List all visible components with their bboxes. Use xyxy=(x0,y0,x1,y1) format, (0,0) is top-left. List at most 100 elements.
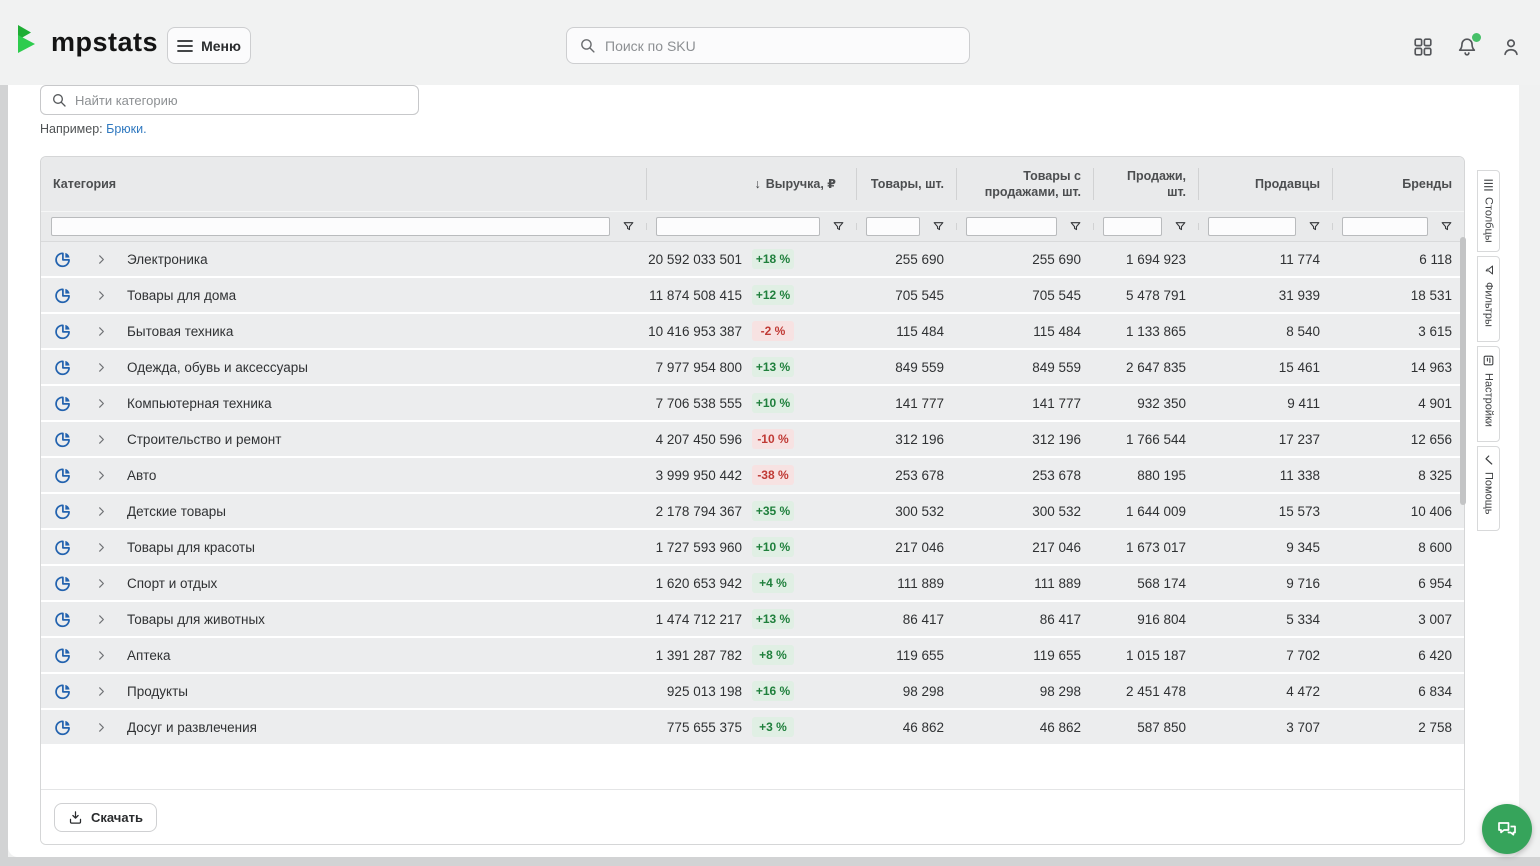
chevron-right-icon[interactable] xyxy=(96,686,107,697)
example-link[interactable]: Брюки. xyxy=(106,122,146,136)
notifications-button[interactable] xyxy=(1452,32,1482,62)
table-row[interactable]: Строительство и ремонт 4 207 450 596 -10… xyxy=(41,422,1464,456)
sellers-value: 15 461 xyxy=(1279,360,1320,375)
category-name: Товары для красоты xyxy=(127,540,255,555)
column-header-brands[interactable]: Бренды xyxy=(1332,157,1464,211)
chevron-right-icon[interactable] xyxy=(96,434,107,445)
menu-button[interactable]: Меню xyxy=(167,27,251,64)
category-name: Авто xyxy=(127,468,156,483)
table-row[interactable]: Компьютерная техника 7 706 538 555 +10 %… xyxy=(41,386,1464,420)
tab-settings[interactable]: Настройки xyxy=(1477,346,1500,442)
chevron-right-icon[interactable] xyxy=(96,614,107,625)
table-row[interactable]: Электроника 20 592 033 501 +18 % 255 690… xyxy=(41,242,1464,276)
filter-funnel-icon[interactable] xyxy=(1435,220,1457,233)
products-value: 253 678 xyxy=(895,468,944,483)
products-with-sales-value: 705 545 xyxy=(1032,288,1081,303)
apps-grid-button[interactable] xyxy=(1408,32,1438,62)
filter-input-sales[interactable] xyxy=(1103,217,1162,236)
pie-chart-icon[interactable] xyxy=(53,250,72,269)
download-icon xyxy=(68,810,83,825)
filter-input-products-with-sales[interactable] xyxy=(966,217,1057,236)
column-header-revenue[interactable]: ↓Выручка, ₽ xyxy=(646,157,856,211)
sales-value: 2 647 835 xyxy=(1126,360,1186,375)
category-name: Детские товары xyxy=(127,504,226,519)
filter-input-category[interactable] xyxy=(51,217,610,236)
table-row[interactable]: Спорт и отдых 1 620 653 942 +4 % 111 889… xyxy=(41,566,1464,600)
search-example: Например: Брюки. xyxy=(40,122,147,136)
profile-button[interactable] xyxy=(1496,32,1526,62)
column-header-sales[interactable]: Продажи, шт. xyxy=(1093,157,1198,211)
pie-chart-icon[interactable] xyxy=(53,358,72,377)
pie-chart-icon[interactable] xyxy=(53,682,72,701)
filter-funnel-icon[interactable] xyxy=(617,220,639,233)
category-name: Товары для дома xyxy=(127,288,236,303)
chevron-right-icon[interactable] xyxy=(96,326,107,337)
filter-input-brands[interactable] xyxy=(1342,217,1428,236)
chevron-right-icon[interactable] xyxy=(96,722,107,733)
table-row[interactable]: Досуг и развлечения 775 655 375 +3 % 46 … xyxy=(41,710,1464,744)
table-row[interactable]: Товары для дома 11 874 508 415 +12 % 705… xyxy=(41,278,1464,312)
chevron-right-icon[interactable] xyxy=(96,362,107,373)
download-button[interactable]: Скачать xyxy=(54,803,157,832)
filter-funnel-icon[interactable] xyxy=(1169,220,1191,233)
table-row[interactable]: Детские товары 2 178 794 367 +35 % 300 5… xyxy=(41,494,1464,528)
table-row[interactable]: Одежда, обувь и аксессуары 7 977 954 800… xyxy=(41,350,1464,384)
pie-chart-icon[interactable] xyxy=(53,610,72,629)
pie-chart-icon[interactable] xyxy=(53,466,72,485)
filter-funnel-icon[interactable] xyxy=(1303,220,1325,233)
table-row[interactable]: Продукты 925 013 198 +16 % 98 298 98 298… xyxy=(41,674,1464,708)
sales-value: 1 766 544 xyxy=(1126,432,1186,447)
tab-columns[interactable]: Столбцы xyxy=(1477,170,1500,252)
tab-filters[interactable]: Фильтры xyxy=(1477,256,1500,342)
column-header-category[interactable]: Категория xyxy=(41,157,646,211)
pie-chart-icon[interactable] xyxy=(53,502,72,521)
pie-chart-icon[interactable] xyxy=(53,574,72,593)
tab-help[interactable]: Помощь xyxy=(1477,446,1500,531)
chevron-right-icon[interactable] xyxy=(96,542,107,553)
table-row[interactable]: Товары для животных 1 474 712 217 +13 % … xyxy=(41,602,1464,636)
table-row[interactable]: Бытовая техника 10 416 953 387 -2 % 115 … xyxy=(41,314,1464,348)
pie-chart-icon[interactable] xyxy=(53,718,72,737)
pie-chart-icon[interactable] xyxy=(53,394,72,413)
sku-search-input[interactable] xyxy=(605,38,957,54)
filter-input-sellers[interactable] xyxy=(1208,217,1296,236)
chevron-right-icon[interactable] xyxy=(96,578,107,589)
chevron-right-icon[interactable] xyxy=(96,470,107,481)
chevron-right-icon[interactable] xyxy=(96,254,107,265)
table-row[interactable]: Товары для красоты 1 727 593 960 +10 % 2… xyxy=(41,530,1464,564)
revenue-change-badge: +8 % xyxy=(752,645,794,665)
brands-value: 10 406 xyxy=(1411,504,1452,519)
filter-input-revenue[interactable] xyxy=(656,217,820,236)
pie-chart-icon[interactable] xyxy=(53,322,72,341)
settings-icon xyxy=(1482,354,1495,367)
category-search-input[interactable] xyxy=(75,93,408,108)
brands-value: 3 615 xyxy=(1418,324,1452,339)
products-with-sales-value: 300 532 xyxy=(1032,504,1081,519)
filter-funnel-icon[interactable] xyxy=(1064,220,1086,233)
revenue-change-badge: -10 % xyxy=(752,429,794,449)
table-scrollbar-thumb[interactable] xyxy=(1460,237,1466,505)
filter-funnel-icon[interactable] xyxy=(827,220,849,233)
brand[interactable]: mpstats xyxy=(14,0,158,85)
chevron-right-icon[interactable] xyxy=(96,398,107,409)
chevron-right-icon[interactable] xyxy=(96,650,107,661)
filter-funnel-icon[interactable] xyxy=(927,220,949,233)
filter-input-products[interactable] xyxy=(866,217,920,236)
horizontal-scrollbar[interactable] xyxy=(0,857,1540,866)
pie-chart-icon[interactable] xyxy=(53,646,72,665)
column-header-products[interactable]: Товары, шт. xyxy=(856,157,956,211)
table-row[interactable]: Авто 3 999 950 442 -38 % 253 678 253 678… xyxy=(41,458,1464,492)
chevron-right-icon[interactable] xyxy=(96,506,107,517)
pie-chart-icon[interactable] xyxy=(53,430,72,449)
table-row[interactable]: Аптека 1 391 287 782 +8 % 119 655 119 65… xyxy=(41,638,1464,672)
pie-chart-icon[interactable] xyxy=(53,286,72,305)
column-header-sellers[interactable]: Продавцы xyxy=(1198,157,1332,211)
pie-chart-icon[interactable] xyxy=(53,538,72,557)
products-with-sales-value: 46 862 xyxy=(1040,720,1081,735)
sellers-value: 11 774 xyxy=(1280,252,1320,267)
column-header-products-with-sales[interactable]: Товары с продажами, шт. xyxy=(956,157,1093,211)
left-scrollbar[interactable] xyxy=(0,85,8,866)
chevron-right-icon[interactable] xyxy=(96,290,107,301)
chat-button[interactable] xyxy=(1482,804,1532,854)
products-with-sales-value: 312 196 xyxy=(1032,432,1081,447)
